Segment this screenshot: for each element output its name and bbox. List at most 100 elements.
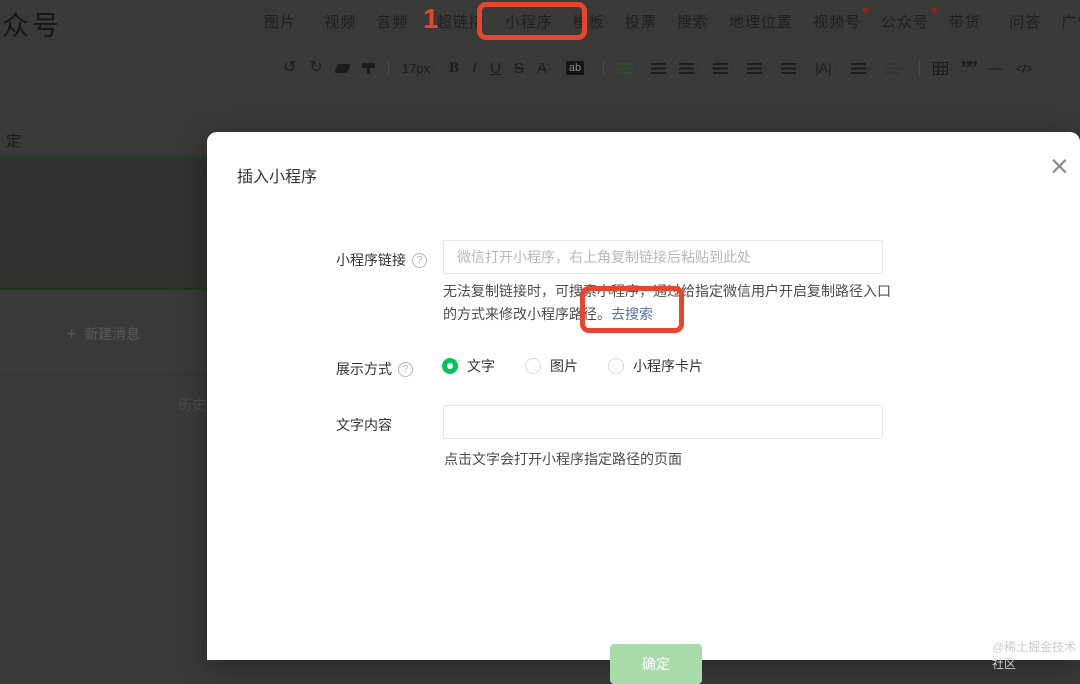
display-mode-label: 展示方式 ? [336, 359, 413, 379]
insert-miniprogram-dialog: 插入小程序 × 小程序链接 ? 无法复制链接时，可搜索小程序，通过给指定微信用户… [207, 132, 1080, 684]
indent-button[interactable]: · [781, 61, 802, 75]
toolbar-divider [387, 60, 389, 76]
background-message-card [0, 157, 207, 290]
margin-bottom-button[interactable]: · [747, 61, 768, 75]
page-title: 众号 [2, 11, 62, 41]
editor-insert-menu: 图片 · 视频 音频 · 超链接 小程序 模板 投票 搜索 地理位置 视频号 公众号… [264, 0, 1080, 42]
radio-option-text[interactable]: 文字 [442, 356, 495, 376]
text-content-input[interactable] [443, 405, 883, 439]
radio-unselected-icon [608, 358, 624, 374]
letter-spacing-icon: |A| [815, 60, 832, 76]
chevron-down-icon: · [730, 61, 735, 75]
background-dialog-text: 定 [6, 133, 22, 150]
chevron-down-icon: · [586, 61, 591, 75]
chevron-down-icon: · [983, 13, 990, 29]
undo-icon: ↺ [283, 59, 297, 76]
underline-button[interactable]: U [490, 60, 501, 77]
chevron-down-icon: · [764, 61, 769, 75]
format-painter-button[interactable] [361, 62, 375, 74]
highlight-button[interactable]: ab · [565, 61, 591, 75]
quote-icon: ”” [960, 57, 978, 79]
menu-item-goods[interactable]: 带货 · [949, 11, 989, 32]
brush-icon [361, 62, 375, 74]
letter-spacing-button[interactable]: |A| · [815, 60, 838, 76]
go-search-link[interactable]: 去搜索 [611, 306, 653, 322]
italic-button[interactable]: I [472, 60, 477, 77]
blockquote-button[interactable]: ”” [960, 57, 978, 79]
font-color-button[interactable]: A · [537, 60, 553, 77]
horizontal-rule-icon: — [987, 59, 1003, 77]
font-size-select[interactable]: 17px · [402, 61, 436, 76]
menu-item-hyperlink[interactable]: 超链接 [437, 11, 485, 32]
table-button[interactable] [932, 61, 948, 75]
menu-item-image[interactable]: 图片 · [264, 11, 304, 32]
miniprogram-link-label: 小程序链接 ? [336, 250, 427, 270]
redo-button[interactable]: ↻ [309, 60, 322, 76]
toolbar-divider [918, 60, 920, 76]
menu-item-video[interactable]: 视频 [324, 11, 356, 32]
menu-item-miniprogram[interactable]: 小程序 [505, 11, 553, 32]
text-content-label: 文字内容 [336, 417, 392, 433]
horizontal-rule-button[interactable]: — [988, 60, 1003, 77]
radio-option-image[interactable]: 图片 [525, 356, 578, 376]
clear-format-button[interactable] [333, 63, 351, 73]
menu-item-audio[interactable]: 音频 · [376, 11, 416, 32]
menu-item-template[interactable]: 模板 [573, 11, 605, 32]
align-left-icon [651, 62, 667, 74]
format-toolbar: ↺ ↻ 17px · B I U S A · ab · · · · · · |A| · … [283, 48, 1080, 88]
margin-top-icon [713, 62, 729, 74]
margin-bottom-icon [747, 62, 763, 74]
table-icon [932, 61, 948, 75]
code-button[interactable]: </> [1016, 61, 1033, 76]
align-left-button[interactable] [651, 62, 667, 74]
bold-button[interactable]: B [449, 60, 459, 77]
menu-item-search[interactable]: 搜索 [677, 11, 709, 32]
plus-icon: + [66, 326, 77, 343]
chevron-down-icon: · [548, 61, 553, 75]
align-center-button[interactable]: · [679, 61, 700, 75]
new-badge-dot [930, 6, 937, 13]
history-label: 历史 [178, 397, 206, 413]
menu-item-ad[interactable]: 广告· [1061, 11, 1080, 32]
close-icon[interactable]: × [1050, 150, 1069, 182]
radio-selected-icon [442, 358, 458, 374]
chevron-down-icon: · [901, 61, 906, 75]
menu-item-official-account[interactable]: 公众号 [881, 6, 937, 32]
chevron-down-icon: · [696, 61, 701, 75]
align-center-icon [679, 62, 695, 74]
chevron-down-icon: · [299, 13, 305, 29]
radio-option-card[interactable]: 小程序卡片 [608, 356, 703, 376]
link-help-text: 无法复制链接时，可搜索小程序，通过给指定微信用户开启复制路径入口 的方式来修改小… [443, 283, 891, 322]
new-message-button[interactable]: + 新建消息 [0, 324, 207, 344]
miniprogram-link-input[interactable] [443, 240, 883, 274]
help-question-icon[interactable]: ? [398, 361, 413, 377]
new-badge-dot [862, 6, 869, 13]
list-button[interactable]: · [850, 61, 872, 75]
list-icon [850, 62, 866, 74]
line-height-button[interactable]: · [617, 61, 638, 75]
menu-item-location[interactable]: 地理位置 [729, 11, 793, 32]
display-mode-radio-group: 文字 图片 小程序卡片 [442, 356, 703, 376]
chevron-down-icon: · [432, 61, 437, 75]
undo-button[interactable]: ↺ [283, 60, 296, 76]
dialog-title: 插入小程序 [237, 169, 318, 186]
strikethrough-button[interactable]: S [514, 60, 524, 77]
radio-unselected-icon [525, 358, 541, 374]
eraser-icon [333, 63, 351, 73]
confirm-button[interactable]: 确定 [610, 644, 702, 684]
chevron-down-icon: · [833, 61, 838, 75]
toolbar-divider [603, 60, 605, 76]
indent-icon [781, 62, 797, 74]
help-question-icon[interactable]: ? [412, 252, 427, 268]
menu-item-vote[interactable]: 投票 [625, 11, 657, 32]
chevron-down-icon: · [411, 13, 417, 29]
chevron-down-icon: · [798, 61, 803, 75]
menu-item-qa[interactable]: 问答 [1009, 11, 1041, 32]
menu-item-channels[interactable]: 视频号 [813, 6, 869, 32]
chevron-down-icon: · [634, 61, 639, 75]
margin-top-button[interactable]: · [713, 61, 734, 75]
highlight-icon: ab [565, 61, 585, 75]
annotation-step-number: 1 [423, 3, 439, 34]
background-divider [0, 374, 207, 375]
chevron-down-icon: · [867, 61, 872, 75]
